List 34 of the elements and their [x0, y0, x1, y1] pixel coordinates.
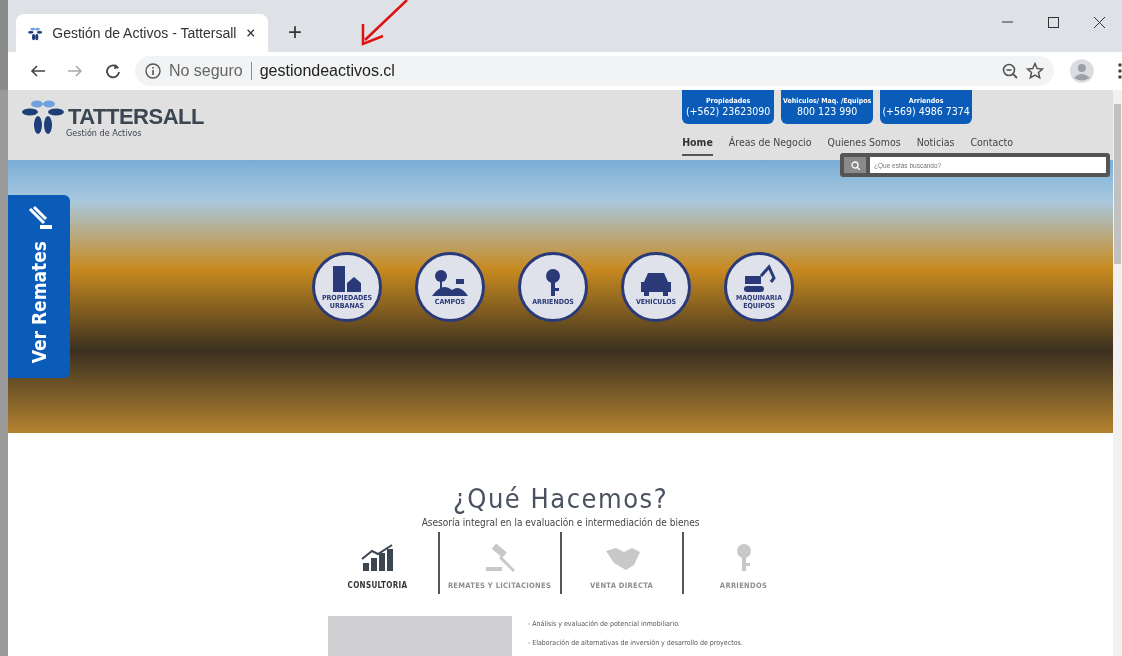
nav-link[interactable]: Contacto — [970, 136, 1013, 156]
info-icon[interactable] — [144, 63, 161, 79]
nav-link[interactable]: Áreas de Negocio — [728, 136, 812, 156]
star-icon[interactable] — [1026, 62, 1045, 80]
side-tab[interactable]: Ver Remates — [8, 195, 70, 378]
address-bar[interactable]: No seguro gestiondeactivos.cl — [134, 56, 1055, 86]
phone-number: 800 123 990 — [797, 104, 858, 118]
phone-number: (+569) 4986 7374 — [882, 104, 970, 118]
scrollbar-thumb[interactable] — [1114, 104, 1121, 264]
reload-icon[interactable] — [105, 63, 122, 79]
zoom-out-icon[interactable] — [1002, 63, 1019, 79]
nav-link[interactable]: Home — [682, 136, 713, 156]
security-label: No seguro — [168, 62, 243, 80]
service-tab[interactable]: CONSULTORIA — [317, 532, 438, 594]
close-icon[interactable] — [246, 27, 256, 39]
section-title: ¿Qué Hacemos? — [452, 483, 669, 514]
url-text: gestiondeactivos.cl — [259, 62, 396, 80]
section-subtitle: Asesoría integral en la evaluación e intermediación de bienes — [421, 517, 700, 528]
field-icon — [432, 267, 468, 298]
menu-icon[interactable] — [1118, 63, 1122, 79]
excavator-icon — [741, 264, 777, 295]
nav-link[interactable]: Noticias — [916, 136, 955, 156]
logo-mark-icon — [22, 100, 64, 134]
nav-link[interactable]: Quienes Somos — [827, 136, 901, 156]
avatar-icon[interactable] — [1070, 59, 1095, 83]
close-window-icon[interactable] — [1093, 16, 1105, 28]
maximize-icon[interactable] — [1047, 16, 1059, 28]
browser-tab[interactable]: Gestión de Activos - Tattersall — [16, 14, 268, 52]
new-tab-button[interactable]: + — [284, 18, 306, 46]
back-icon[interactable] — [29, 63, 46, 79]
chart-icon — [359, 543, 396, 573]
phone-number: (+562) 23623090 — [685, 104, 771, 118]
search-icon[interactable] — [850, 160, 860, 170]
site-logo[interactable]: TATTERSALL Gestión de Activos — [22, 100, 204, 161]
